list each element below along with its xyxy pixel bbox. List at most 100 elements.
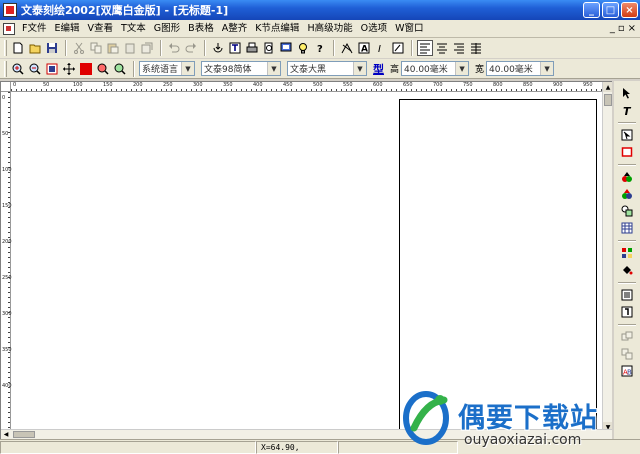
app-icon[interactable]	[3, 3, 17, 17]
undo-icon[interactable]	[166, 40, 182, 56]
menu-edit[interactable]: E编辑	[50, 20, 83, 38]
mdi-close-button[interactable]: ×	[628, 23, 636, 34]
justify-icon[interactable]	[468, 40, 484, 56]
document-icon[interactable]	[3, 22, 15, 35]
mdi-minimize-button[interactable]: _	[610, 23, 615, 34]
chevron-down-icon[interactable]: ▼	[267, 62, 280, 75]
text-tool-icon[interactable]: T	[619, 102, 635, 118]
node-tool-icon[interactable]	[339, 40, 355, 56]
chevron-down-icon[interactable]: ▼	[353, 62, 366, 75]
paste-icon[interactable]	[105, 40, 121, 56]
chevron-down-icon[interactable]: ▼	[540, 62, 554, 75]
ruler-number: 400	[2, 383, 12, 389]
menu-node-edit[interactable]: K节点编辑	[251, 20, 303, 38]
combine-icon[interactable]	[619, 346, 635, 362]
color-fill-icon[interactable]	[78, 61, 94, 77]
print-icon[interactable]	[244, 40, 260, 56]
toolbar-separator	[65, 40, 67, 56]
cut-icon[interactable]	[71, 40, 87, 56]
watermark-logo-icon	[403, 391, 449, 445]
toolbar-grip[interactable]	[4, 60, 7, 77]
maximize-button[interactable]: □	[602, 2, 619, 18]
pan-icon[interactable]	[61, 61, 77, 77]
menu-window[interactable]: W窗口	[391, 20, 427, 38]
transform-icon[interactable]	[619, 203, 635, 219]
mdi-restore-button[interactable]: ▫	[618, 23, 625, 34]
color-palette-icon[interactable]	[619, 245, 635, 261]
weld-icon[interactable]	[619, 329, 635, 345]
italic-icon[interactable]: I	[373, 40, 389, 56]
menu-align[interactable]: A整齐	[218, 20, 252, 38]
print-preview-icon[interactable]	[261, 40, 277, 56]
cursor-coordinates: X=64.90, Y=-23.67	[256, 440, 338, 454]
horizontal-scroll-thumb[interactable]	[13, 431, 35, 438]
height-label: 高	[390, 65, 400, 75]
align-center-icon[interactable]	[434, 40, 450, 56]
svg-text:T: T	[623, 105, 632, 116]
chevron-down-icon[interactable]: ▼	[455, 62, 469, 75]
ruler-number: 250	[163, 82, 173, 88]
align-right-icon[interactable]	[451, 40, 467, 56]
width-input[interactable]: 40.00毫米 ▼	[486, 61, 555, 76]
menu-text[interactable]: T文本	[117, 20, 150, 38]
vertical-scroll-thumb[interactable]	[604, 94, 612, 106]
menu-file[interactable]: F文件	[18, 20, 50, 38]
font-style-select[interactable]: 文泰大黑 ▼	[287, 61, 367, 76]
toolbox-separator	[618, 122, 636, 124]
select-arrow-icon[interactable]	[619, 85, 635, 101]
new-file-icon[interactable]	[10, 40, 26, 56]
menu-graphics[interactable]: G图形	[150, 20, 184, 38]
scroll-left-icon[interactable]: ◀	[1, 430, 11, 439]
save-icon[interactable]	[44, 40, 60, 56]
close-button[interactable]: ×	[621, 2, 638, 18]
node-edit-tool-icon[interactable]	[619, 127, 635, 143]
text-effects-icon[interactable]: AB	[619, 363, 635, 379]
copy-icon[interactable]	[88, 40, 104, 56]
zoom-all-icon[interactable]	[112, 61, 128, 77]
menu-options[interactable]: O选项	[357, 20, 391, 38]
height-input[interactable]: 40.00毫米 ▼	[401, 61, 470, 76]
menu-view[interactable]: V查看	[83, 20, 117, 38]
text-frame-icon[interactable]	[227, 40, 243, 56]
zoom-selection-icon[interactable]	[95, 61, 111, 77]
type-button[interactable]: 型	[373, 61, 384, 77]
chevron-down-icon[interactable]: ▼	[181, 62, 194, 75]
ruler-number: 200	[2, 239, 12, 245]
text-box-icon[interactable]: A	[356, 40, 372, 56]
width-value: 40.00毫米	[489, 65, 533, 75]
output-icon[interactable]	[278, 40, 294, 56]
open-folder-icon[interactable]	[27, 40, 43, 56]
menu-table[interactable]: B表格	[184, 20, 218, 38]
font-select-value: 文泰98简体	[204, 65, 252, 75]
scroll-up-icon[interactable]: ▲	[603, 82, 612, 92]
minimize-button[interactable]: _	[583, 2, 600, 18]
import-icon[interactable]	[210, 40, 226, 56]
layers-icon[interactable]	[619, 287, 635, 303]
table-tool-icon[interactable]	[619, 220, 635, 236]
zoom-page-icon[interactable]	[44, 61, 60, 77]
menu-advanced[interactable]: H高级功能	[303, 20, 356, 38]
paste-special-icon[interactable]	[122, 40, 138, 56]
help-icon[interactable]: ?	[312, 40, 328, 56]
zoom-in-icon[interactable]	[10, 61, 26, 77]
toolbox-separator	[618, 324, 636, 326]
lightbulb-icon[interactable]	[295, 40, 311, 56]
cut-line-icon[interactable]	[619, 304, 635, 320]
ruler-number: 150	[103, 82, 113, 88]
rectangle-tool-icon[interactable]	[619, 144, 635, 160]
clone-icon[interactable]	[139, 40, 155, 56]
shape-fill-icon[interactable]	[619, 169, 635, 185]
shape-outline-icon[interactable]	[619, 186, 635, 202]
toolbar-grip[interactable]	[4, 40, 7, 56]
vertical-scrollbar[interactable]: ▲ ▼	[602, 82, 612, 432]
font-select[interactable]: 文泰98简体 ▼	[201, 61, 281, 76]
zoom-out-icon[interactable]	[27, 61, 43, 77]
horizontal-ruler[interactable]	[11, 82, 603, 92]
language-select[interactable]: 系统语言 ▼	[139, 61, 195, 76]
redo-icon[interactable]	[183, 40, 199, 56]
paint-bucket-icon[interactable]	[619, 262, 635, 278]
align-left-icon[interactable]	[417, 40, 433, 56]
vertical-ruler[interactable]	[1, 92, 11, 432]
edit-text-icon[interactable]	[390, 40, 406, 56]
ruler-number: 200	[133, 82, 143, 88]
